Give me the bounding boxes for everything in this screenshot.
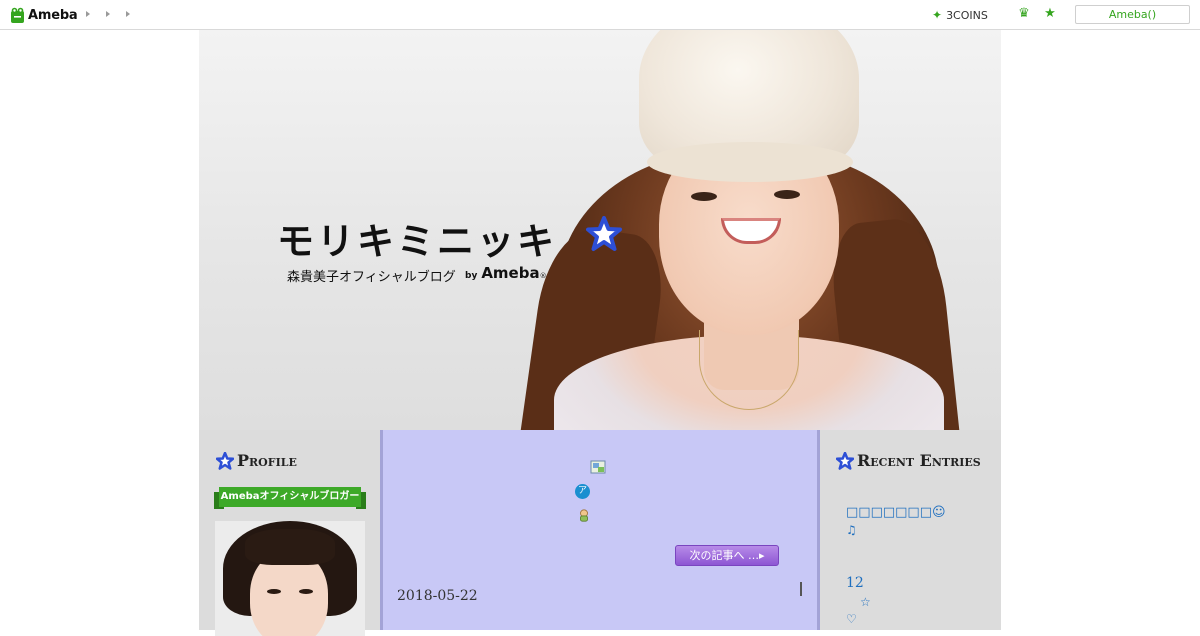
star-outline-icon — [216, 451, 234, 470]
main-article: ア 次の記事へ …▸ 2018-05-22 — [380, 430, 820, 630]
recent-heading-text: Recent Entries — [857, 451, 981, 470]
global-header: Ameba ✦ 3COINS ♛ ★ Ameba() — [0, 0, 1200, 30]
ameba-brand: Ameba — [481, 264, 540, 282]
profile-heading-text: Profile — [237, 451, 297, 470]
blog-header[interactable]: モリキミニッキ 森貴美子オフィシャルブログ by Ameba ® — [199, 30, 1001, 430]
login-button[interactable]: Ameba() — [1075, 5, 1190, 24]
character-icon[interactable] — [576, 508, 592, 522]
official-badge-label: Amebaオフィシャルブロガー — [219, 487, 361, 507]
coins-link[interactable]: ✦ 3COINS — [932, 8, 988, 22]
blog-page: モリキミニッキ 森貴美子オフィシャルブログ by Ameba ® Profile… — [199, 30, 1001, 636]
by-ameba-mark: by Ameba ® — [465, 264, 547, 282]
by-text: by — [465, 271, 478, 281]
star-outline-icon — [836, 451, 854, 470]
profile-heading: Profile — [216, 451, 297, 470]
image-icon[interactable] — [590, 460, 606, 474]
nav-arrow-icon[interactable] — [86, 11, 90, 17]
profile-photo[interactable] — [215, 521, 365, 636]
recent-entries-heading: Recent Entries — [836, 451, 981, 470]
blog-subtitle: 森貴美子オフィシャルブログ — [287, 270, 456, 285]
logo-text: Ameba — [28, 7, 78, 23]
coins-label: 3COINS — [946, 8, 988, 22]
title-star-icon — [586, 216, 622, 251]
header-photo-hat-rim — [647, 142, 853, 182]
recent-entry-sub[interactable]: ☆ — [860, 595, 871, 609]
nav-arrow-icon[interactable] — [106, 11, 110, 17]
recent-entry-sub[interactable]: ♫ — [846, 523, 857, 537]
text-cursor — [800, 582, 802, 596]
blog-title[interactable]: モリキミニッキ — [277, 211, 557, 265]
crown-icon[interactable]: ♛ — [1017, 7, 1031, 21]
recent-entry-sub[interactable]: ♡ — [846, 612, 857, 626]
recent-entries-sidebar: Recent Entries □□□□□□□☺ ♫ 12 ☆ ♡ — [820, 430, 1001, 630]
nav-arrow-icon[interactable] — [126, 11, 130, 17]
profile-photo-eye — [299, 589, 313, 594]
header-photo-eye — [774, 190, 800, 199]
registered-mark: ® — [539, 272, 547, 280]
frog-logo-icon — [11, 7, 24, 23]
recent-entry-link[interactable]: □□□□□□□☺ — [846, 505, 946, 520]
recent-entry-link[interactable]: 12 — [846, 575, 864, 591]
ameba-logo[interactable]: Ameba — [10, 6, 78, 24]
profile-sidebar: Profile Amebaオフィシャルブロガー — [199, 430, 380, 636]
official-blogger-badge[interactable]: Amebaオフィシャルブロガー — [214, 487, 366, 509]
profile-photo-eye — [267, 589, 281, 594]
app-circle-icon[interactable]: ア — [575, 484, 590, 499]
post-date: 2018-05-22 — [397, 588, 478, 604]
next-article-button[interactable]: 次の記事へ …▸ — [675, 545, 779, 566]
profile-photo-bangs — [245, 529, 335, 565]
header-photo-eye — [691, 192, 717, 201]
star-icon[interactable]: ★ — [1043, 7, 1057, 21]
sparkle-icon: ✦ — [932, 8, 943, 22]
